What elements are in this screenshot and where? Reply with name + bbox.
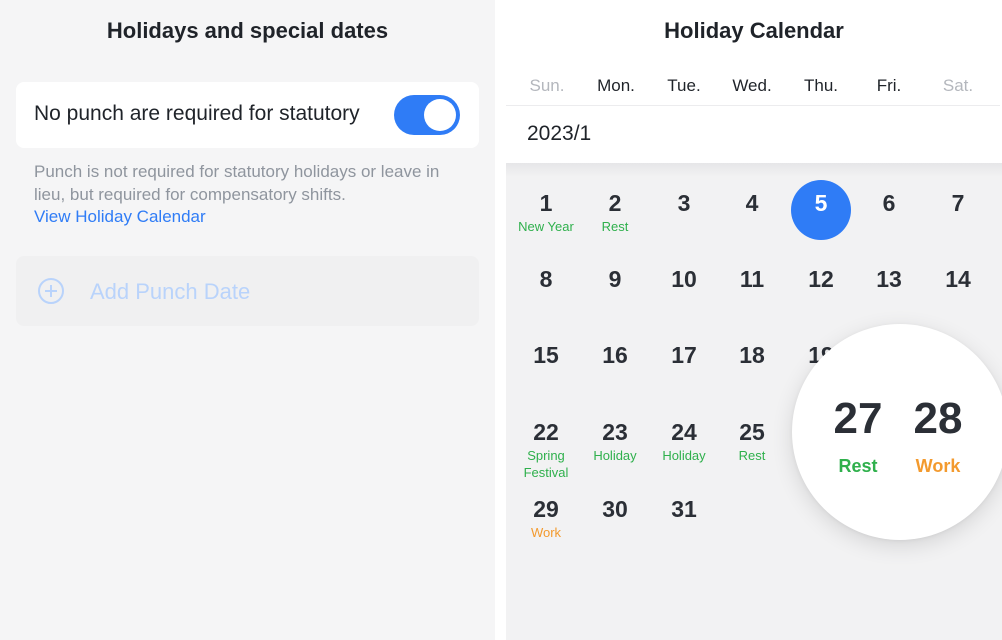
calendar-day-29[interactable]: 29 Work (514, 496, 578, 541)
magnified-day-number: 27 (833, 394, 883, 443)
calendar-title: Holiday Calendar (664, 18, 844, 43)
day-number: 3 (677, 190, 691, 216)
day-number: 17 (671, 342, 697, 368)
day-tag: Rest (601, 219, 629, 234)
day-tag: New Year (518, 219, 574, 234)
day-number: 7 (951, 190, 965, 216)
day-number: 22 (533, 419, 559, 445)
magnified-day-tag: Work (915, 456, 961, 476)
weekday-fri: Fri. (876, 76, 902, 95)
calendar-day-10[interactable]: 10 (652, 266, 716, 292)
calendar-day-15[interactable]: 15 (514, 342, 578, 368)
day-tag: Rest (738, 448, 766, 463)
calendar-day-23[interactable]: 23 Holiday (583, 419, 647, 464)
panel-divider (495, 0, 506, 640)
statutory-toggle-row: No punch are required for statutory (16, 82, 479, 148)
calendar-header: Holiday Calendar Sun. Mon. Tue. Wed. Thu… (506, 0, 1002, 163)
day-number: 2 (608, 190, 622, 216)
statutory-toggle-label: No punch are required for statutory (34, 102, 360, 125)
day-number: 15 (533, 342, 559, 368)
weekday-wed: Wed. (732, 76, 772, 95)
day-number: 30 (602, 496, 628, 522)
day-number: 9 (608, 266, 622, 292)
day-number: 16 (602, 342, 628, 368)
day-number: 18 (739, 342, 765, 368)
day-number: 29 (533, 496, 559, 522)
statutory-toggle-switch[interactable] (394, 95, 460, 135)
calendar-day-6[interactable]: 6 (857, 190, 921, 216)
day-number: 5 (814, 190, 828, 216)
day-number: 10 (671, 266, 697, 292)
day-tag: Holiday (593, 448, 637, 463)
day-number: 8 (539, 266, 553, 292)
weekday-sun: Sun. (529, 76, 565, 95)
weekday-mon: Mon. (597, 76, 635, 95)
day-number: 12 (808, 266, 834, 292)
weekday-tue: Tue. (667, 76, 701, 95)
holiday-calendar-panel: Holiday Calendar Sun. Mon. Tue. Wed. Thu… (506, 0, 1002, 640)
calendar-day-17[interactable]: 17 (652, 342, 716, 368)
day-number: 11 (739, 266, 765, 292)
calendar-day-9[interactable]: 9 (583, 266, 647, 292)
calendar-day-2[interactable]: 2 Rest (583, 190, 647, 235)
calendar-day-8[interactable]: 8 (514, 266, 578, 292)
day-tag: Work (530, 525, 562, 540)
add-punch-date-button[interactable]: Add Punch Date (16, 256, 479, 326)
calendar-day-30[interactable]: 30 (583, 496, 647, 522)
plus-circle-icon (38, 278, 64, 304)
magnified-day-number: 28 (913, 394, 963, 443)
day-number: 13 (876, 266, 902, 292)
day-number: 14 (945, 266, 971, 292)
day-number: 6 (882, 190, 896, 216)
calendar-day-22[interactable]: 22 Spring Festival (514, 419, 578, 481)
calendar-day-7[interactable]: 7 (926, 190, 990, 216)
calendar-day-24[interactable]: 24 Holiday (652, 419, 716, 464)
calendar-day-3[interactable]: 3 (652, 190, 716, 216)
day-number: 25 (739, 419, 765, 445)
magnified-day-tag: Rest (838, 456, 878, 476)
calendar-day-16[interactable]: 16 (583, 342, 647, 368)
grid-shadow (506, 163, 1002, 177)
calendar-day-5[interactable]: 5 (789, 190, 853, 216)
day-tag: Spring Festival (523, 448, 569, 480)
day-tag: Holiday (662, 448, 706, 463)
calendar-day-14[interactable]: 14 (926, 266, 990, 292)
settings-panel: Holidays and special dates No punch are … (0, 0, 495, 640)
toggle-knob (424, 99, 456, 131)
day-number: 31 (671, 496, 697, 522)
add-punch-date-label: Add Punch Date (90, 279, 251, 304)
weekday-sat: Sat. (942, 76, 974, 95)
calendar-day-18[interactable]: 18 (720, 342, 784, 368)
statutory-description: Punch is not required for statutory holi… (34, 162, 440, 204)
day-number: 4 (745, 190, 759, 216)
calendar-day-4[interactable]: 4 (720, 190, 784, 216)
day-number: 1 (539, 190, 553, 216)
calendar-day-13[interactable]: 13 (857, 266, 921, 292)
day-number: 24 (671, 419, 697, 445)
weekday-thu: Thu. (803, 76, 839, 95)
calendar-day-1[interactable]: 1 New Year (514, 190, 578, 235)
page-title: Holidays and special dates (106, 18, 389, 43)
calendar-day-31[interactable]: 31 (652, 496, 716, 522)
magnified-day-27[interactable]: 27 Rest (813, 394, 903, 477)
month-label: 2023/1 (527, 122, 592, 145)
magnifier-lens: 27 Rest 28 Work (792, 324, 1002, 540)
calendar-day-25[interactable]: 25 Rest (720, 419, 784, 464)
calendar-day-12[interactable]: 12 (789, 266, 853, 292)
day-number: 23 (602, 419, 628, 445)
header-separator (506, 105, 1000, 106)
view-holiday-calendar-link[interactable]: View Holiday Calendar (34, 207, 206, 227)
calendar-day-11[interactable]: 11 (720, 266, 784, 292)
magnified-day-28[interactable]: 28 Work (893, 394, 983, 477)
